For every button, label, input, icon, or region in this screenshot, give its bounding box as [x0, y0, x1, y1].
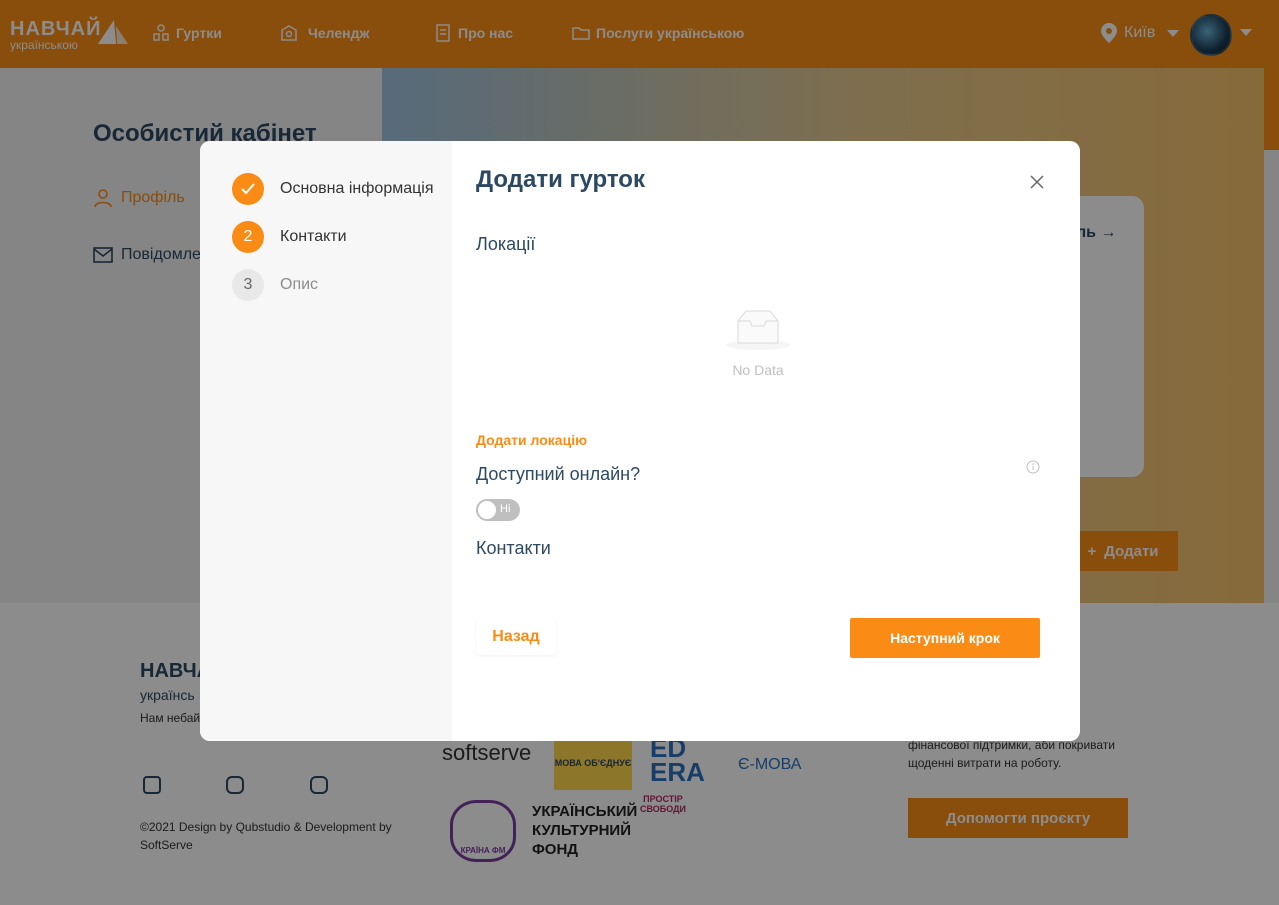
- online-toggle[interactable]: Ні: [476, 499, 520, 521]
- step-contacts-number: 2: [232, 221, 264, 253]
- add-club-modal: Основна інформація 2 Контакти 3 Опис Дод…: [200, 141, 1080, 741]
- empty-inbox-icon: [726, 310, 790, 350]
- locations-label: Локації: [476, 234, 536, 254]
- empty-state-text: No Data: [732, 362, 784, 378]
- steps-panel: Основна інформація 2 Контакти 3 Опис: [200, 141, 452, 741]
- modal-title: Додати гурток: [476, 166, 645, 193]
- add-location-link[interactable]: Додати локацію: [476, 432, 587, 448]
- step-contacts[interactable]: 2 Контакти: [232, 221, 347, 253]
- step-contacts-label: Контакти: [280, 228, 347, 245]
- next-step-button[interactable]: Наступний крок: [850, 618, 1040, 658]
- close-icon[interactable]: [1028, 173, 1046, 191]
- step-description-label: Опис: [280, 276, 319, 293]
- step-basic-info-label: Основна інформація: [280, 180, 434, 197]
- toggle-text: Ні: [500, 503, 511, 515]
- info-icon[interactable]: [1026, 460, 1040, 474]
- toggle-knob: [478, 501, 496, 519]
- online-label: Доступний онлайн?: [476, 464, 641, 484]
- step-basic-info[interactable]: Основна інформація: [232, 173, 434, 205]
- back-button[interactable]: Назад: [476, 619, 556, 655]
- step-description[interactable]: 3 Опис: [232, 269, 318, 301]
- step-done-check-icon: [232, 173, 264, 205]
- step-description-number: 3: [232, 269, 264, 301]
- modal-content: Додати гурток Локації No Data Додати лок…: [476, 141, 1056, 741]
- contacts-label: Контакти: [476, 538, 551, 558]
